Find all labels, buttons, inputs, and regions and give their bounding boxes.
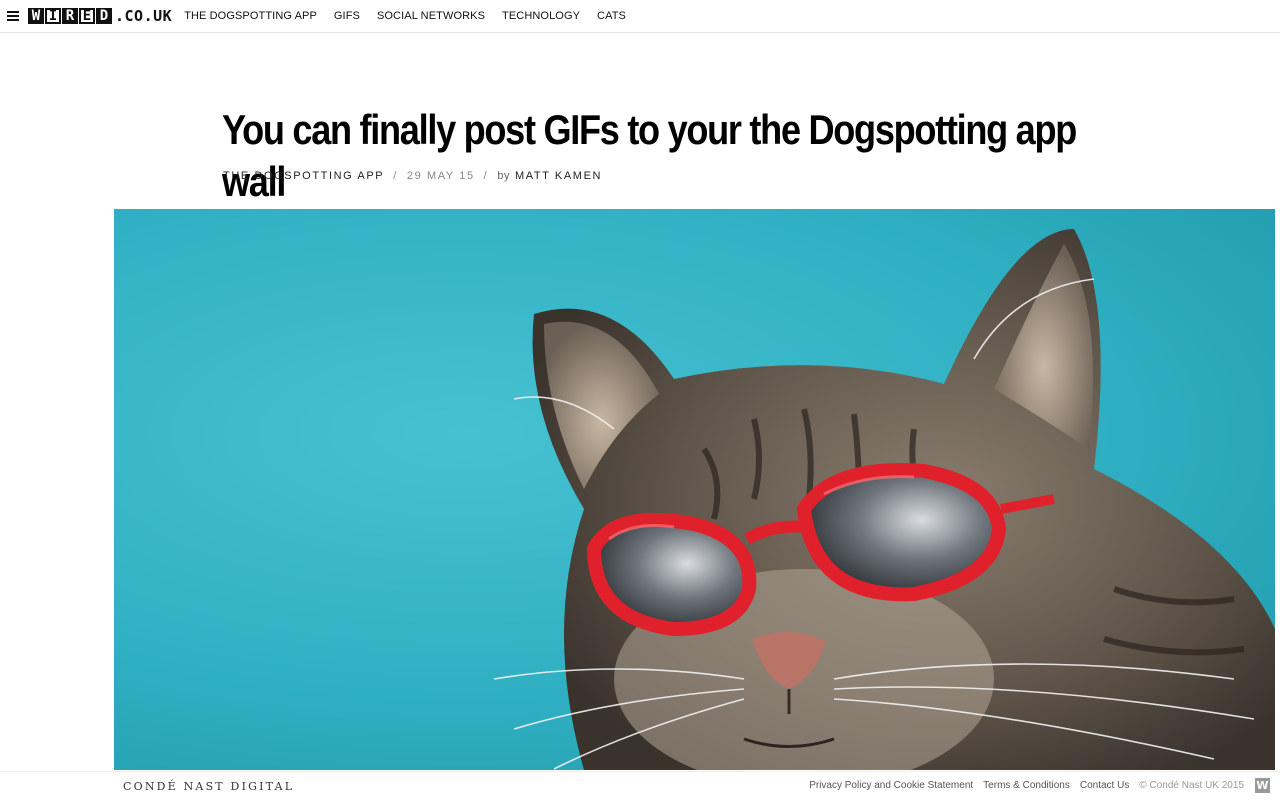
logo-letter-r: R xyxy=(62,8,78,24)
footer: CONDÉ NAST DIGITAL Privacy Policy and Co… xyxy=(0,771,1280,801)
menu-icon[interactable] xyxy=(7,11,19,21)
main-nav: THE DOGSPOTTING APP GIFS SOCIAL NETWORKS… xyxy=(184,10,643,22)
article-meta: THE DOGSPOTTING APP / 29 MAY 15 / by MAT… xyxy=(223,170,602,182)
nav-item-gifs[interactable]: GIFS xyxy=(334,10,360,22)
terms-conditions-link[interactable]: Terms & Conditions xyxy=(983,780,1070,791)
contact-us-link[interactable]: Contact Us xyxy=(1080,780,1129,791)
top-nav-bar: W I R E D .CO.UK THE DOGSPOTTING APP GIF… xyxy=(0,0,1280,33)
logo-letter-d: D xyxy=(96,8,112,24)
nav-item-technology[interactable]: TECHNOLOGY xyxy=(502,10,580,22)
footer-links: Privacy Policy and Cookie Statement Term… xyxy=(799,780,1244,791)
nav-item-social-networks[interactable]: SOCIAL NETWORKS xyxy=(377,10,485,22)
conde-nast-digital-logo[interactable]: CONDÉ NAST DIGITAL xyxy=(123,780,294,793)
nav-item-dogspotting-app[interactable]: THE DOGSPOTTING APP xyxy=(184,10,317,22)
article-category-link[interactable]: THE DOGSPOTTING APP xyxy=(223,170,384,182)
article-date: 29 MAY 15 xyxy=(406,170,475,182)
meta-separator: / xyxy=(483,170,489,182)
hero-image xyxy=(114,209,1275,770)
nav-item-cats[interactable]: CATS xyxy=(597,10,626,22)
logo-letter-i: I xyxy=(45,8,61,24)
copyright-text: © Condé Nast UK 2015 xyxy=(1139,780,1244,791)
privacy-policy-link[interactable]: Privacy Policy and Cookie Statement xyxy=(809,780,973,791)
wired-w-badge-icon[interactable]: W xyxy=(1255,778,1270,793)
meta-separator: / xyxy=(393,170,398,182)
article-title: You can finally post GIFs to your the Do… xyxy=(222,106,1077,205)
cat-with-sunglasses-illustration xyxy=(493,229,1275,770)
logo-letter-w: W xyxy=(28,8,44,24)
logo-domain: .CO.UK xyxy=(115,7,173,25)
wired-logo[interactable]: W I R E D .CO.UK xyxy=(28,7,172,25)
by-label: by xyxy=(497,170,510,182)
logo-letter-e: E xyxy=(79,8,95,24)
author-link[interactable]: MATT KAMEN xyxy=(515,170,602,182)
